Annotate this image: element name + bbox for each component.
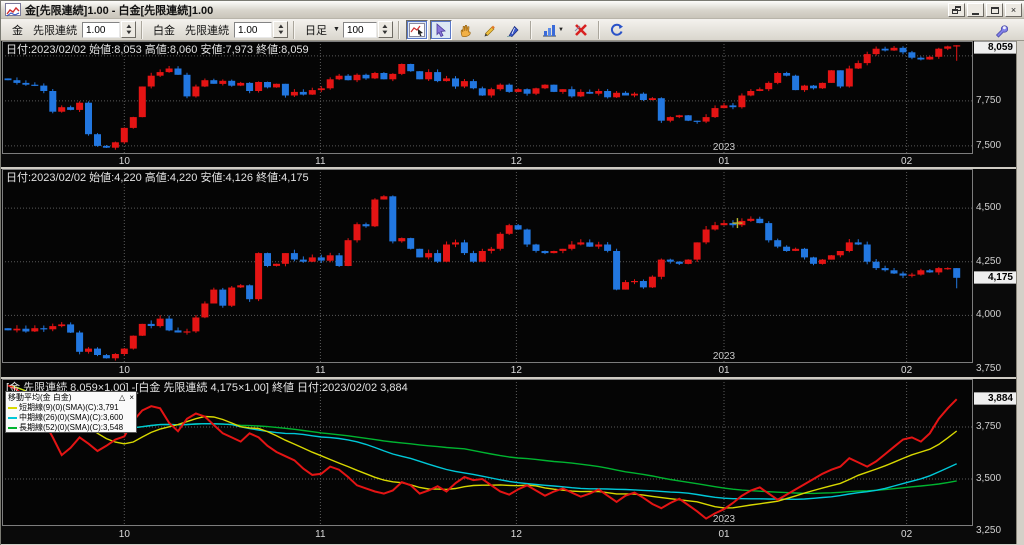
chart-crosshair-icon[interactable]: [405, 19, 428, 40]
x-axis-month-label: 11: [315, 365, 326, 376]
y-axis-label: 4,500: [976, 202, 1002, 214]
gold-plot-area[interactable]: [2, 41, 973, 154]
current-price-label: 4,175: [974, 270, 1016, 284]
wrench-settings-icon[interactable]: [990, 21, 1012, 41]
x-axis-month-label: 10: [118, 529, 130, 540]
current-price-label: 8,059: [974, 41, 1016, 54]
sma-mid-label: 中期線(26)(0)(SMA)(C):3,600: [19, 413, 124, 422]
chevron-down-icon[interactable]: ▼: [333, 26, 340, 33]
candles-layer: [4, 45, 961, 150]
current-price-label: 3,884: [974, 392, 1016, 406]
instrument1-label: 金: [12, 24, 23, 37]
x-axis-month-label: 10: [118, 365, 130, 376]
x-axis-month-label: 02: [901, 529, 913, 540]
instrument2-spinner[interactable]: ▲ ▼: [273, 21, 288, 38]
x-axis-month-label: 12: [510, 156, 522, 167]
sma-long-swatch: [8, 427, 17, 429]
x-axis-year-label: 2023: [712, 351, 736, 362]
instrument2-series-label: 先限連続: [185, 24, 229, 37]
instrument1-spinner[interactable]: ▲ ▼: [121, 21, 136, 38]
window-right-edge: [1016, 41, 1024, 545]
minimize-button[interactable]: [967, 3, 984, 17]
close-button[interactable]: ×: [1005, 3, 1022, 17]
x-axis-year-label: 2023: [712, 514, 736, 525]
toolbar-separator: [141, 20, 143, 39]
x-axis-year-label: 2023: [712, 142, 736, 153]
x-axis-month-label: 12: [510, 365, 522, 376]
legend-row-short: 短期線(9)(0)(SMA)(C):3,791: [8, 403, 134, 413]
sma-line-26: [7, 384, 957, 501]
instrument1-multiplier-input[interactable]: [82, 21, 120, 38]
x-axis-month-label: 12: [510, 529, 522, 540]
y-axis-label: 7,500: [976, 139, 1002, 151]
maximize-button[interactable]: [986, 3, 1003, 17]
toolbar-separator: [529, 20, 532, 39]
x-axis-month-label: 01: [718, 365, 730, 376]
platinum-plot-area[interactable]: [2, 169, 973, 363]
moving-average-legend: 移動平均(金 白金) △ × 短期線(9)(0)(SMA)(C):3,791 中…: [5, 391, 137, 433]
cursor-select-icon[interactable]: [429, 19, 452, 40]
period-dropdown[interactable]: 日足: [305, 22, 327, 38]
x-axis-month-label: 01: [718, 156, 730, 167]
y-axis-label: 3,750: [976, 421, 1002, 433]
sma-short-swatch: [8, 407, 17, 409]
hand-pan-icon[interactable]: [454, 20, 476, 40]
platinum-candlestick-panel[interactable]: 日付:2023/02/02 始値:4,220 高値:4,220 安値:4,126…: [1, 169, 1016, 377]
pen-trendline-icon[interactable]: [502, 20, 524, 40]
y-axis-label: 3,250: [976, 525, 1002, 537]
platinum-ohlc-readout: 日付:2023/02/02 始値:4,220 高値:4,220 安値:4,126…: [6, 172, 309, 184]
y-axis-label: 4,250: [976, 255, 1002, 267]
title-bar: 金[先限連続]1.00 - 白金[先限連続]1.00 ×: [1, 1, 1024, 19]
spread-line-panel[interactable]: [金 先限連続 8,059×1.00] -[白金 先限連続 4,175×1.00…: [1, 379, 1016, 545]
bar-chart-type-icon[interactable]: ▼: [538, 20, 568, 40]
gold-candlestick-panel[interactable]: 日付:2023/02/02 始値:8,053 高値:8,060 安値:7,973…: [1, 41, 1016, 167]
x-axis-month-label: 11: [315, 529, 326, 540]
chart-area: 日付:2023/02/02 始値:8,053 高値:8,060 安値:7,973…: [1, 41, 1016, 545]
spread-plot-area[interactable]: [2, 379, 973, 526]
app-chart-icon[interactable]: [5, 3, 21, 17]
instrument2-label: 白金: [153, 24, 175, 37]
candles-layer: [4, 195, 961, 361]
legend-row-mid: 中期線(26)(0)(SMA)(C):3,600: [8, 413, 134, 423]
x-axis-month-label: 10: [118, 156, 130, 167]
sma-long-label: 長期線(52)(0)(SMA)(C):3,548: [19, 423, 124, 432]
toolbar: 金 先限連続 ▲▼ 白金 先限連続 ▲▼ 日足 ▼ ▲▼: [1, 19, 1024, 41]
sma-short-label: 短期線(9)(0)(SMA)(C):3,791: [19, 403, 119, 412]
y-axis-label: 3,750: [976, 363, 1002, 374]
x-axis-month-label: 01: [718, 529, 730, 540]
toolbar-separator: [597, 20, 600, 39]
window-title: 金[先限連続]1.00 - 白金[先限連続]1.00: [25, 4, 214, 17]
refresh-icon[interactable]: [606, 20, 628, 40]
legend-close-button[interactable]: ×: [129, 393, 134, 402]
pencil-draw-icon[interactable]: [478, 20, 500, 40]
sma-mid-swatch: [8, 417, 17, 419]
y-axis-label: 3,500: [976, 473, 1002, 485]
panel-divider[interactable]: [1, 167, 1016, 169]
toolbar-separator: [293, 20, 295, 39]
x-axis-month-label: 02: [901, 156, 913, 167]
toolbar-separator: [397, 20, 400, 39]
gold-ohlc-readout: 日付:2023/02/02 始値:8,053 高値:8,060 安値:7,973…: [6, 44, 309, 56]
bar-count-input[interactable]: [342, 21, 377, 38]
x-axis-month-label: 11: [315, 156, 326, 167]
x-axis-month-label: 02: [901, 365, 913, 376]
legend-row-long: 長期線(52)(0)(SMA)(C):3,548: [8, 423, 134, 433]
panel-divider[interactable]: [1, 377, 1016, 379]
y-axis-label: 4,000: [976, 309, 1002, 321]
instrument2-multiplier-input[interactable]: [234, 21, 272, 38]
bar-count-spinner[interactable]: ▲ ▼: [377, 21, 393, 38]
float-window-button[interactable]: [948, 3, 965, 17]
legend-title: 移動平均(金 白金): [8, 393, 72, 402]
delete-lines-icon[interactable]: [570, 20, 592, 40]
legend-collapse-button[interactable]: △: [119, 393, 125, 402]
sma-line-9: [7, 384, 958, 509]
y-axis-label: 7,750: [976, 94, 1002, 106]
app-window: 金[先限連続]1.00 - 白金[先限連続]1.00 × 金 先限連続 ▲▼ 白…: [0, 0, 1024, 545]
sma-line-52: [7, 384, 957, 495]
instrument1-series-label: 先限連続: [33, 24, 77, 37]
